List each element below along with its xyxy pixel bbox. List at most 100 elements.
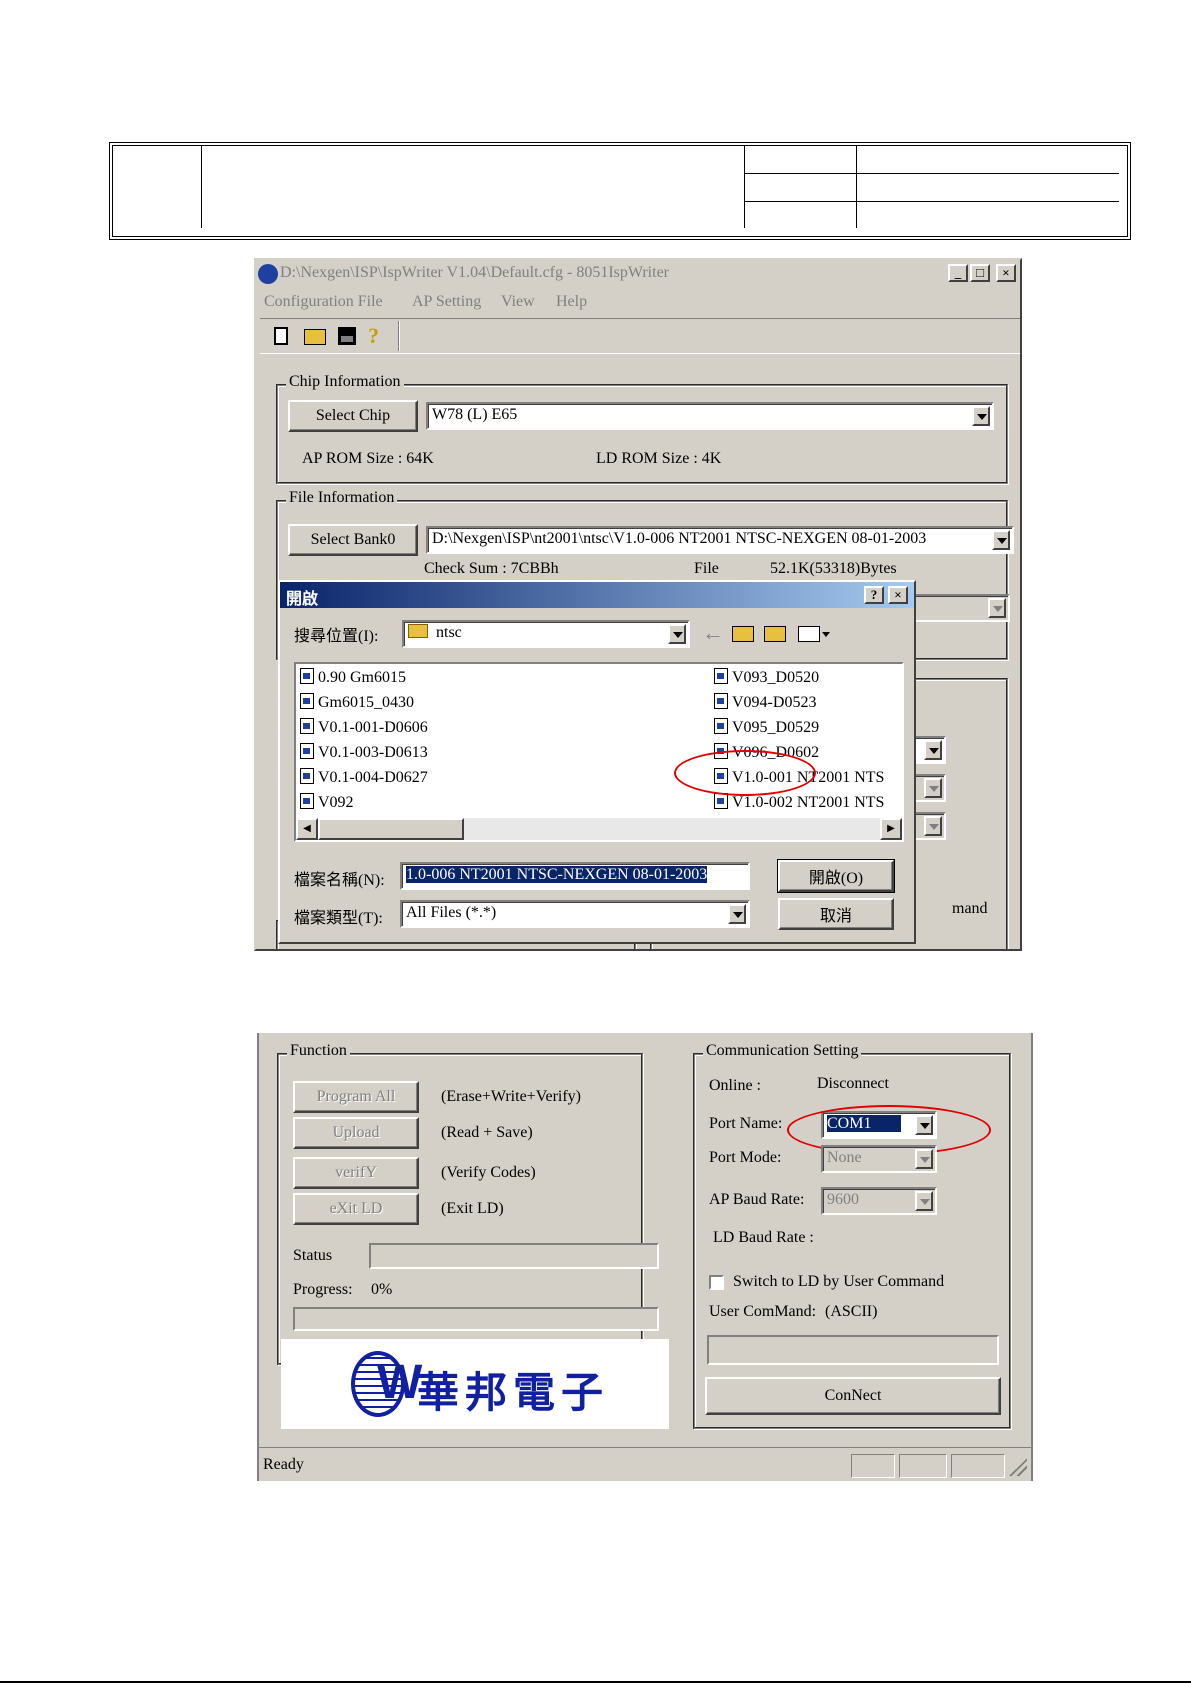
new-file-icon[interactable] [274, 327, 288, 345]
status-panel-2 [899, 1454, 947, 1478]
select-chip-button[interactable]: Select Chip [288, 400, 418, 432]
folder-icon [408, 624, 428, 638]
chevron-down-icon[interactable] [992, 530, 1010, 550]
connect-button[interactable]: ConNect [705, 1377, 1001, 1415]
menu-view[interactable]: View [501, 293, 535, 311]
view-menu-icon[interactable] [798, 626, 820, 642]
progress-label: Progress: [293, 1281, 353, 1298]
dialog-close-button[interactable]: × [888, 586, 908, 604]
scroll-right-button[interactable]: ▶ [880, 818, 902, 840]
scroll-thumb[interactable] [318, 818, 464, 840]
ld-baud-label: LD Baud Rate : [713, 1229, 814, 1246]
filetype-value: All Files (*.*) [406, 904, 497, 921]
chip-select[interactable]: W78 (L) E65 [426, 402, 994, 430]
header-table [109, 142, 1131, 240]
ap-baud-select[interactable]: 9600 [821, 1187, 937, 1215]
select-bank0-button[interactable]: Select Bank0 [288, 524, 418, 556]
scroll-left-button[interactable]: ◀ [296, 818, 318, 840]
bank0-path-value: D:\Nexgen\ISP\nt2001\ntsc\V1.0-006 NT200… [432, 530, 927, 547]
close-button[interactable]: × [996, 264, 1016, 282]
progress-value: 0% [371, 1281, 393, 1298]
minimize-button[interactable]: _ [948, 264, 968, 282]
bank0-path-select[interactable]: D:\Nexgen\ISP\nt2001\ntsc\V1.0-006 NT200… [426, 526, 1014, 554]
switch-ld-label[interactable]: Switch to LD by User Command [733, 1273, 944, 1291]
exit-ld-button[interactable]: eXit LD [293, 1193, 419, 1225]
look-in-value: ntsc [436, 624, 462, 641]
cancel-button[interactable]: 取消 [778, 898, 894, 930]
list-item[interactable]: V1.0-002 NT2001 NTS [714, 793, 884, 818]
list-item[interactable]: Gm6015_0430 [300, 693, 428, 718]
port-name-label: Port Name: [709, 1115, 783, 1132]
open-button[interactable]: 開啟(O) [777, 859, 895, 893]
open-folder-icon[interactable] [304, 329, 326, 345]
list-item[interactable]: V0.1-001-D0606 [300, 718, 428, 743]
chevron-down-icon [924, 778, 942, 798]
list-item[interactable]: V093_D0520 [714, 668, 884, 693]
file-icon [714, 793, 728, 809]
logo-w-letter: W [377, 1356, 423, 1409]
view-menu-chevron-icon[interactable] [822, 632, 830, 637]
list-item[interactable]: V0.1-004-D0627 [300, 768, 428, 793]
file-icon [300, 718, 314, 734]
file-list[interactable]: 0.90 Gm6015 Gm6015_0430 V0.1-001-D0606 V… [294, 662, 904, 842]
dialog-help-button[interactable]: ? [864, 586, 884, 604]
isp-writer-lower-panel: Function Program All (Erase+Write+Verify… [257, 1033, 1033, 1481]
file-icon [300, 668, 314, 684]
back-arrow-icon[interactable]: ← [702, 620, 724, 646]
window-titlebar[interactable]: D:\Nexgen\ISP\IspWriter V1.04\Default.cf… [256, 260, 1020, 288]
dialog-title: 開啟 [286, 591, 319, 608]
horizontal-scrollbar[interactable]: ◀ ▶ [296, 818, 902, 840]
file-icon [714, 668, 728, 684]
verify-button[interactable]: verifY [293, 1157, 419, 1189]
port-mode-select[interactable]: None [821, 1145, 937, 1173]
user-command-input[interactable] [707, 1335, 999, 1365]
port-mode-value: None [827, 1149, 862, 1166]
program-all-desc: (Erase+Write+Verify) [441, 1088, 581, 1105]
list-item[interactable]: V092 [300, 793, 428, 818]
menu-ap-setting[interactable]: AP Setting [412, 293, 481, 311]
menu-bar: Configuration File AP Setting View Help [256, 290, 1020, 316]
file-icon [300, 793, 314, 809]
exit-ld-desc: (Exit LD) [441, 1200, 504, 1217]
window-title: D:\Nexgen\ISP\IspWriter V1.04\Default.cf… [280, 264, 669, 281]
ld-rom-size: LD ROM Size : 4K [596, 450, 722, 467]
up-folder-icon[interactable] [732, 626, 754, 642]
logo-text: 華邦電子 [417, 1368, 610, 1417]
save-icon[interactable] [338, 327, 356, 345]
menu-help[interactable]: Help [556, 293, 587, 311]
chip-select-value: W78 (L) E65 [432, 406, 518, 423]
list-item[interactable]: 0.90 Gm6015 [300, 668, 428, 693]
filename-label: 檔案名稱(N): [294, 872, 385, 889]
switch-ld-checkbox[interactable] [709, 1275, 724, 1290]
file-icon [714, 718, 728, 734]
dialog-titlebar[interactable]: 開啟 ? × [280, 582, 914, 608]
program-all-button[interactable]: Program All [293, 1081, 419, 1113]
look-in-label: 搜尋位置(I): [294, 628, 379, 645]
help-icon[interactable]: ? [368, 323, 379, 349]
new-folder-icon[interactable] [764, 626, 786, 642]
online-label: Online : [709, 1077, 761, 1094]
ap-baud-value: 9600 [827, 1191, 859, 1208]
look-in-select[interactable]: ntsc [402, 620, 690, 648]
maximize-button[interactable]: □ [970, 264, 990, 282]
chevron-down-icon[interactable] [668, 624, 686, 644]
menu-configuration-file[interactable]: Configuration File [264, 293, 383, 311]
resize-grip-icon[interactable] [1009, 1458, 1027, 1476]
list-item[interactable]: V095_D0529 [714, 718, 884, 743]
list-item[interactable]: V0.1-003-D0613 [300, 743, 428, 768]
chevron-down-icon[interactable] [915, 1191, 933, 1211]
filename-input[interactable]: 1.0-006 NT2001 NTSC-NEXGEN 08-01-2003 [400, 862, 750, 890]
chevron-down-icon[interactable] [915, 1149, 933, 1169]
chevron-down-icon[interactable] [728, 904, 746, 924]
toolbar: ? [260, 318, 1020, 354]
function-title: Function [287, 1042, 350, 1060]
list-item[interactable]: V094-D0523 [714, 693, 884, 718]
upload-button[interactable]: Upload [293, 1117, 419, 1149]
open-file-dialog: 開啟 ? × 搜尋位置(I): ntsc ← 0.90 Gm6015 Gm601… [278, 580, 916, 944]
filetype-select[interactable]: All Files (*.*) [400, 900, 750, 928]
status-text: Ready [263, 1456, 304, 1473]
checksum: Check Sum : 7CBBh [424, 560, 559, 577]
port-mode-label: Port Mode: [709, 1149, 782, 1166]
isp-writer-window: D:\Nexgen\ISP\IspWriter V1.04\Default.cf… [254, 258, 1022, 951]
chevron-down-icon[interactable] [972, 406, 990, 426]
